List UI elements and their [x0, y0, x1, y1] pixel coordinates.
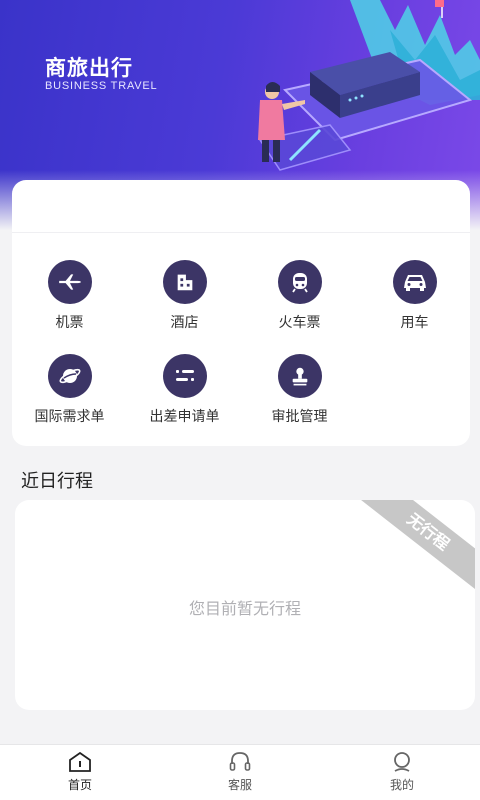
- headset-icon: [190, 751, 290, 773]
- banner-subtitle: BUSINESS TRAVEL: [45, 80, 158, 92]
- service-label: 用车: [400, 315, 429, 331]
- service-label: 机票: [55, 315, 84, 331]
- home-icon: [30, 751, 130, 773]
- car-icon: [392, 260, 437, 304]
- planet-icon: [47, 354, 92, 398]
- service-flight[interactable]: 机票: [12, 260, 127, 332]
- service-label: 出差申请单: [149, 409, 220, 425]
- section-title: 近日行程: [21, 471, 93, 492]
- airplane-icon: [47, 260, 92, 304]
- service-approval[interactable]: 审批管理: [242, 354, 357, 426]
- stamp-icon: [277, 354, 322, 398]
- nav-label: 客服: [227, 778, 252, 792]
- service-label: 国际需求单: [34, 409, 105, 425]
- banner-title: 商旅出行: [45, 56, 133, 80]
- toggle-icon: [162, 354, 207, 398]
- status-ribbon: 无行程: [351, 500, 475, 597]
- nav-item-profile[interactable]: 我的: [352, 751, 452, 793]
- nav-label: 首页: [67, 778, 92, 792]
- bottom-nav: 首页 客服 我的: [0, 744, 480, 800]
- nav-label: 我的: [389, 778, 414, 792]
- nav-item-home[interactable]: 首页: [30, 751, 130, 793]
- service-trip-application[interactable]: 出差申请单: [127, 354, 242, 426]
- service-hotel[interactable]: 酒店: [127, 260, 242, 332]
- nav-item-support[interactable]: 客服: [190, 751, 290, 793]
- service-label: 审批管理: [271, 409, 328, 425]
- services-card: 机票 酒店 火车票 用车 国际需求单 出差申请单 审批管理: [12, 180, 470, 446]
- service-train[interactable]: 火车票: [242, 260, 357, 332]
- card-divider: [12, 232, 470, 233]
- service-international-request[interactable]: 国际需求单: [12, 354, 127, 426]
- profile-icon: [352, 751, 452, 773]
- service-car[interactable]: 用车: [357, 260, 472, 332]
- trips-card: 无行程 您目前暂无行程: [15, 500, 475, 710]
- service-label: 酒店: [170, 315, 199, 331]
- business-illustration: [258, 0, 480, 171]
- train-icon: [277, 260, 322, 304]
- service-label: 火车票: [278, 315, 321, 331]
- building-icon: [162, 260, 207, 304]
- empty-state-text: 您目前暂无行程: [188, 599, 301, 618]
